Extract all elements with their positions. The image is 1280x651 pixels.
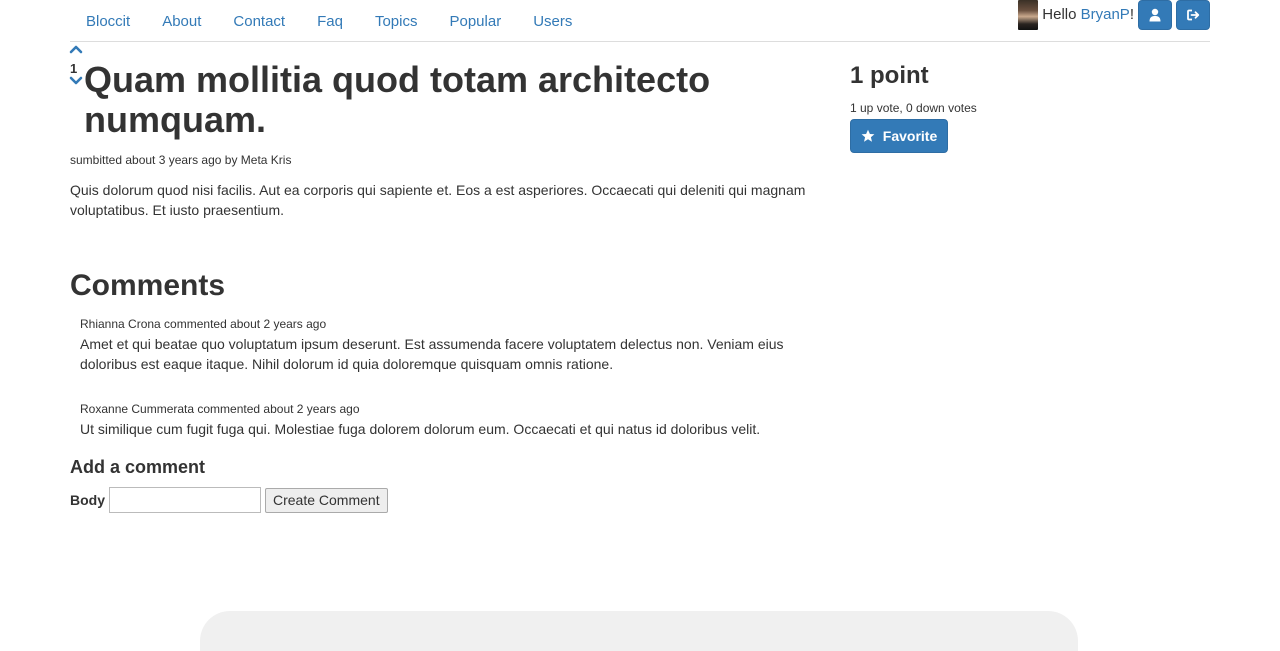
points-total: 1 point (850, 62, 929, 89)
comment-body-input[interactable] (109, 487, 261, 513)
star-icon (861, 129, 875, 142)
comment-text: Amet et qui beatae quo voluptatum ipsum … (80, 336, 784, 372)
comment-meta: Roxanne Cummerata commented about 2 year… (80, 402, 360, 416)
downvote-chevron-icon[interactable] (69, 76, 83, 86)
comment-text: Ut similique cum fugit fuga qui. Molesti… (80, 421, 761, 437)
favorite-label: Favorite (882, 128, 938, 144)
body-label: Body (70, 492, 105, 508)
nav-links: Bloccit About Contact Faq Topics Popular… (70, 0, 588, 41)
comment-item: Rhianna Crona commented about 2 years ag… (80, 316, 820, 374)
comments-heading: Comments (70, 269, 226, 302)
nav-link-topics[interactable]: Topics (359, 0, 434, 41)
nav-link-users[interactable]: Users (517, 0, 588, 41)
nav-link-bloccit[interactable]: Bloccit (70, 0, 146, 41)
avatar (1018, 0, 1039, 30)
votes-summary: 1 up vote, 0 down votes (850, 101, 977, 115)
top-navbar: Bloccit About Contact Faq Topics Popular… (70, 0, 1210, 42)
profile-button[interactable] (1138, 0, 1172, 30)
favorite-button[interactable]: Favorite (850, 119, 948, 153)
vote-count: 1 (70, 61, 78, 76)
nav-link-contact[interactable]: Contact (217, 0, 301, 41)
sign-out-button[interactable] (1176, 0, 1210, 30)
greeting: Hello BryanP! (1042, 6, 1134, 23)
post-title: Quam mollitia quod totam architecto numq… (84, 59, 711, 140)
footer-panel (200, 611, 1078, 651)
upvote-chevron-icon[interactable] (69, 44, 83, 54)
create-comment-button[interactable]: Create Comment (265, 487, 388, 513)
nav-link-about[interactable]: About (146, 0, 217, 41)
add-comment-heading: Add a comment (70, 457, 206, 477)
greeting-prefix: Hello (1042, 6, 1081, 23)
post-submitted-info: sumbitted about 3 years ago by Meta Kris (70, 153, 292, 167)
add-comment-form: Body Create Comment (70, 487, 388, 513)
nav-link-faq[interactable]: Faq (301, 0, 359, 41)
comment-meta: Rhianna Crona commented about 2 years ag… (80, 317, 327, 331)
greeting-suffix: ! (1129, 6, 1134, 23)
comment-item: Roxanne Cummerata commented about 2 year… (80, 401, 820, 439)
user-icon (1149, 8, 1161, 22)
sign-out-icon (1187, 9, 1200, 21)
vote-controls: 1 (69, 44, 85, 86)
username-link[interactable]: BryanP (1081, 6, 1130, 23)
nav-link-popular[interactable]: Popular (433, 0, 517, 41)
post-sidebar: 1 point 1 up vote, 0 down votes Favorite (850, 60, 977, 153)
post-body: Quis dolorum quod nisi facilis. Aut ea c… (70, 182, 806, 218)
user-area: Hello BryanP! (1018, 0, 1210, 30)
